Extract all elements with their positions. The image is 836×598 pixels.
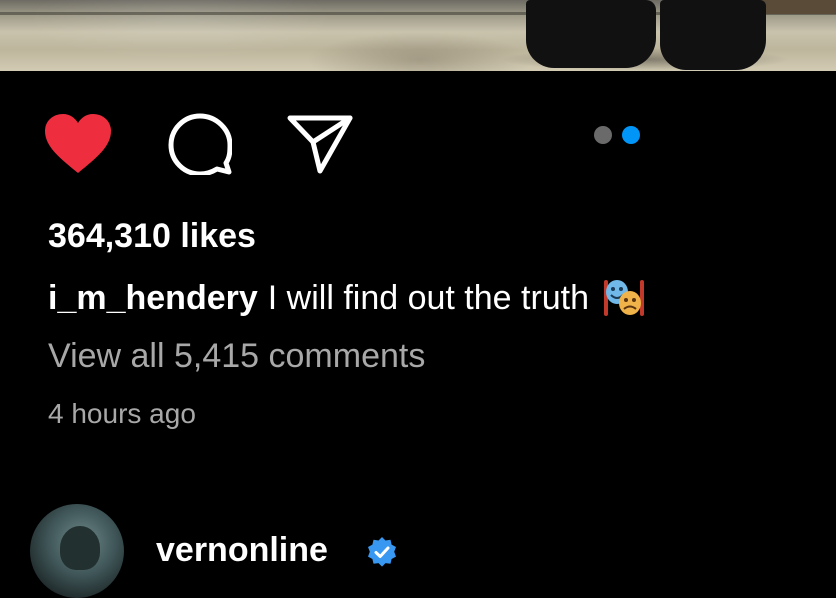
paper-plane-icon — [287, 115, 353, 174]
carousel-indicator — [594, 126, 640, 144]
comment-button[interactable] — [162, 110, 238, 178]
comedy-mask-eye-right — [619, 287, 624, 291]
like-button[interactable] — [40, 108, 116, 180]
carousel-dot-2-active — [622, 126, 640, 144]
heart-shape — [45, 114, 111, 173]
post-image-left-shoe — [526, 0, 656, 68]
next-post-header: vernonline — [0, 500, 836, 598]
post-timestamp: 4 hours ago — [48, 398, 196, 429]
avatar-figure — [60, 526, 100, 570]
post-image[interactable] — [0, 0, 836, 71]
caption-text: I will find out the truth — [267, 279, 590, 317]
heart-icon — [45, 114, 111, 173]
share-button[interactable] — [282, 108, 358, 178]
comedy-mask-eye-left — [611, 287, 616, 291]
performing-arts-masks-icon — [604, 280, 645, 316]
tragedy-mask-eye-right — [632, 298, 637, 302]
comment-bubble-shape — [168, 113, 232, 175]
post-caption: i_m_hendery I will find out the truth — [48, 276, 647, 320]
view-all-comments-link[interactable]: View all 5,415 comments — [48, 336, 425, 376]
post-image-right-shoe — [660, 0, 766, 70]
avatar[interactable] — [30, 504, 124, 598]
carousel-dot-1 — [594, 126, 612, 144]
tragedy-mask-eye-left — [624, 298, 629, 302]
tragedy-mask — [619, 291, 642, 315]
verified-badge-shape — [368, 537, 396, 567]
masks-pole — [604, 280, 609, 316]
verified-badge-icon — [368, 537, 396, 567]
caption-username[interactable]: i_m_hendery — [48, 278, 258, 318]
next-post-username[interactable]: vernonline — [156, 530, 328, 570]
likes-count[interactable]: 364,310 likes — [48, 216, 256, 256]
masks-pole-right — [640, 280, 645, 316]
comment-bubble-icon — [168, 113, 232, 175]
